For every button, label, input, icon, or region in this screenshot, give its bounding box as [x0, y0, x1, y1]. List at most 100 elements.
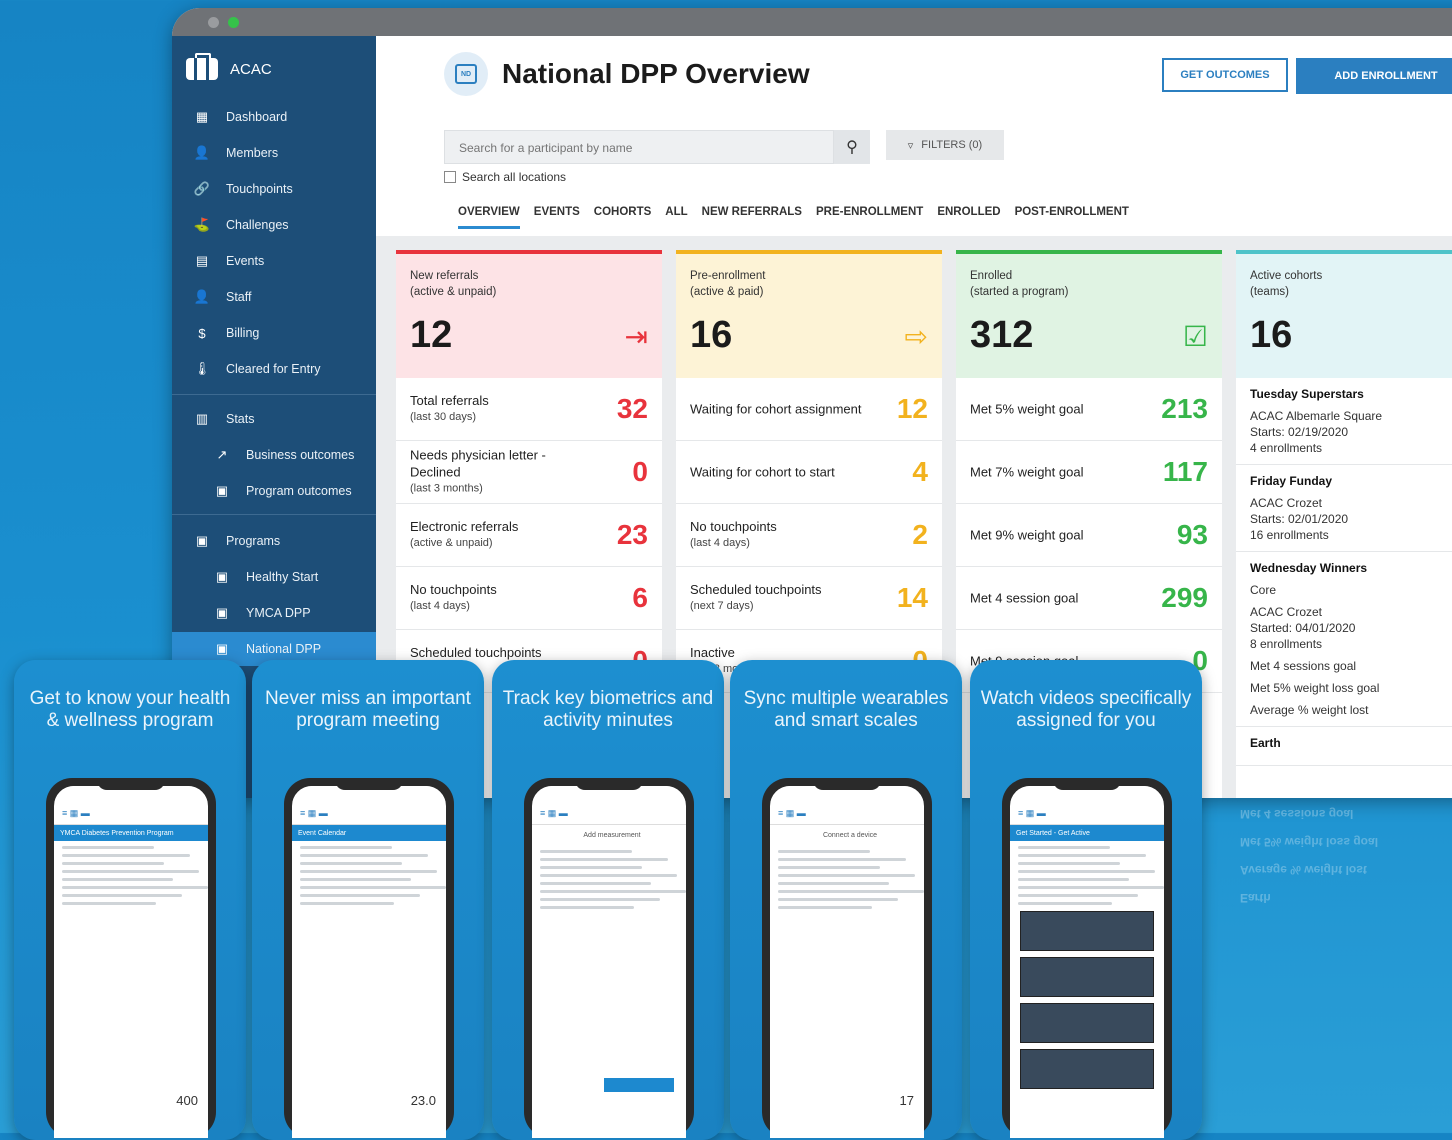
phone-mockup: ≡ ▦ ▬ Connect a device 17	[762, 778, 932, 1138]
sidebar-item-program-outcomes[interactable]: ▣ Program outcomes	[172, 474, 376, 508]
video-thumbnail[interactable]	[1020, 957, 1154, 997]
promo-panel: Never miss an important program meeting ≡…	[252, 660, 484, 1140]
metric-row[interactable]: No touchpoints (last 4 days) 2	[676, 504, 942, 567]
window-close-button[interactable]	[208, 17, 219, 28]
sidebar-item-events[interactable]: ▤ Events	[172, 244, 376, 278]
phone-notch	[813, 778, 881, 790]
metric-value: 2	[912, 519, 928, 550]
tab-enrolled[interactable]: ENROLLED	[937, 206, 1000, 229]
cohort-detail: ACAC Crozet	[1250, 496, 1323, 510]
tab-all[interactable]: ALL	[665, 206, 687, 229]
metric-row[interactable]: Scheduled touchpoints (next 7 days) 14	[676, 567, 942, 630]
sidebar-item-label: Healthy Start	[246, 570, 319, 584]
metric-row[interactable]: Met 5% weight goal 213	[956, 378, 1222, 441]
cohort-item[interactable]: Tuesday Superstars ACAC Albemarle Square S…	[1236, 378, 1452, 465]
sidebar-item-staff[interactable]: 👤 Staff	[172, 280, 376, 314]
metric-row[interactable]: Total referrals (last 30 days) 32	[396, 378, 662, 441]
cohort-detail: Met 4 sessions goal	[1250, 659, 1357, 673]
sidebar-item-billing[interactable]: $ Billing	[172, 316, 376, 350]
sidebar-item-label: Touchpoints	[226, 182, 293, 196]
app-menu-icon: ≡ ▦ ▬	[54, 802, 208, 825]
sidebar-item-dashboard[interactable]: ▦ Dashboard	[172, 100, 376, 134]
metric-label: Met 4 session goal	[970, 590, 1079, 606]
cohort-detail: ACAC Albemarle Square	[1250, 409, 1383, 423]
card-total: 312	[970, 314, 1034, 356]
sidebar-item-business-outcomes[interactable]: ↗ Business outcomes	[172, 438, 376, 472]
thermometer-icon: 🌡	[193, 361, 211, 376]
metric-row[interactable]: Waiting for cohort assignment 12	[676, 378, 942, 441]
cohort-item[interactable]: Earth	[1236, 727, 1452, 766]
metric-value: 14	[896, 582, 928, 613]
metric-label: Total referrals (last 30 days)	[410, 393, 489, 423]
search-all-locations-checkbox[interactable]: Search all locations	[444, 170, 566, 184]
metric-row[interactable]: No touchpoints (last 4 days) 6	[396, 567, 662, 630]
metric-value: 117	[1162, 456, 1208, 487]
window-maximize-button[interactable]	[228, 17, 239, 28]
reflection-decoration: Earth Average % weight lost Met 5% weight …	[1240, 807, 1379, 905]
get-outcomes-button[interactable]: GET OUTCOMES	[1162, 58, 1288, 92]
search-input[interactable]	[445, 131, 831, 165]
checkbox-box[interactable]	[444, 171, 456, 183]
sidebar-item-cleared-for-entry[interactable]: 🌡 Cleared for Entry	[172, 352, 376, 386]
tab-overview[interactable]: OVERVIEW	[458, 206, 520, 229]
card-header: Pre-enrollment (active & paid) 16 ⇨	[676, 250, 942, 378]
sidebar-item-label: Business outcomes	[246, 448, 355, 462]
briefcase-icon	[186, 53, 218, 80]
card-header: New referrals (active & unpaid) 12 ⇥	[396, 250, 662, 378]
phone-screen: ≡ ▦ ▬ Add measurement	[532, 786, 686, 1138]
promo-title: Get to know your health & wellness progr…	[29, 688, 231, 731]
cohort-detail: 16 enrollments	[1250, 528, 1329, 542]
phone-screen-header: Event Calendar	[292, 825, 446, 841]
phone-notch	[575, 778, 643, 790]
add-measurement-button[interactable]	[604, 1078, 674, 1092]
promo-panel: Watch videos specifically assigned for y…	[970, 660, 1202, 1140]
metric-row[interactable]: Electronic referrals (active & unpaid) 23	[396, 504, 662, 567]
metric-label: Electronic referrals (active & unpaid)	[410, 519, 519, 549]
filters-button[interactable]: ▿ FILTERS (0)	[886, 130, 1004, 160]
cohort-detail: 4 enrollments	[1250, 441, 1323, 455]
sidebar-item-members[interactable]: 👤 Members	[172, 136, 376, 170]
sidebar-item-label: Events	[226, 254, 265, 268]
sidebar-item-label: Dashboard	[226, 110, 288, 124]
program-icon: ▣	[215, 569, 229, 584]
metric-row[interactable]: Needs physician letter - Declined (last 3…	[396, 441, 662, 504]
program-icon: ▣	[215, 605, 229, 620]
phone-metric: 17	[899, 1093, 914, 1108]
search-icon[interactable]: ⚲	[834, 130, 870, 164]
cohort-item[interactable]: Wednesday Winners Core ACAC Crozet Started:…	[1236, 552, 1452, 727]
add-enrollment-button[interactable]: ADD ENROLLMENT	[1296, 58, 1452, 94]
metric-row[interactable]: Waiting for cohort to start 4	[676, 441, 942, 504]
promo-title: Sync multiple wearables and smart scales	[743, 688, 949, 731]
sidebar-item-challenges[interactable]: ⛳ Challenges	[172, 208, 376, 242]
app-menu-icon: ≡ ▦ ▬	[770, 802, 924, 825]
tab-pre-enrollment[interactable]: PRE-ENROLLMENT	[816, 206, 923, 229]
tab-cohorts[interactable]: COHORTS	[594, 206, 652, 229]
metric-row[interactable]: Met 9% weight goal 93	[956, 504, 1222, 567]
promo-title: Never miss an important program meeting	[265, 688, 471, 731]
clipboard-icon: ▣	[195, 533, 209, 548]
phone-mockup: ≡ ▦ ▬ Add measurement	[524, 778, 694, 1138]
metric-value: 299	[1161, 582, 1208, 613]
metric-row[interactable]: Met 4 session goal 299	[956, 567, 1222, 630]
bar-chart-icon: ▥	[195, 411, 209, 426]
brand[interactable]: ACAC	[186, 53, 272, 84]
tab-post-enrollment[interactable]: POST-ENROLLMENT	[1015, 206, 1129, 229]
sidebar-item-programs[interactable]: ▣ Programs	[172, 524, 376, 558]
cohort-item[interactable]: Friday Funday ACAC Crozet Starts: 02/01/20…	[1236, 465, 1452, 552]
sidebar-item-stats[interactable]: ▥ Stats	[172, 402, 376, 436]
tab-new-referrals[interactable]: NEW REFERRALS	[702, 206, 802, 229]
sidebar-item-ymca-dpp[interactable]: ▣ YMCA DPP	[172, 596, 376, 630]
sidebar-item-touchpoints[interactable]: 🔗 Touchpoints	[172, 172, 376, 206]
video-thumbnail[interactable]	[1020, 1049, 1154, 1089]
person-icon: 👤	[193, 145, 211, 160]
metric-row[interactable]: Met 7% weight goal 117	[956, 441, 1222, 504]
cohort-detail: 8 enrollments	[1250, 637, 1323, 651]
video-thumbnail[interactable]	[1020, 911, 1154, 951]
sidebar-item-healthy-start[interactable]: ▣ Healthy Start	[172, 560, 376, 594]
funnel-icon: ▿	[907, 139, 914, 152]
tab-events[interactable]: EVENTS	[534, 206, 580, 229]
active-cohorts-card[interactable]: Active cohorts (teams) 16 Tuesday Supersta…	[1236, 250, 1452, 798]
video-thumbnail[interactable]	[1020, 1003, 1154, 1043]
metric-label: Scheduled touchpoints(next 7 days)	[690, 582, 822, 612]
search-box	[444, 130, 834, 165]
